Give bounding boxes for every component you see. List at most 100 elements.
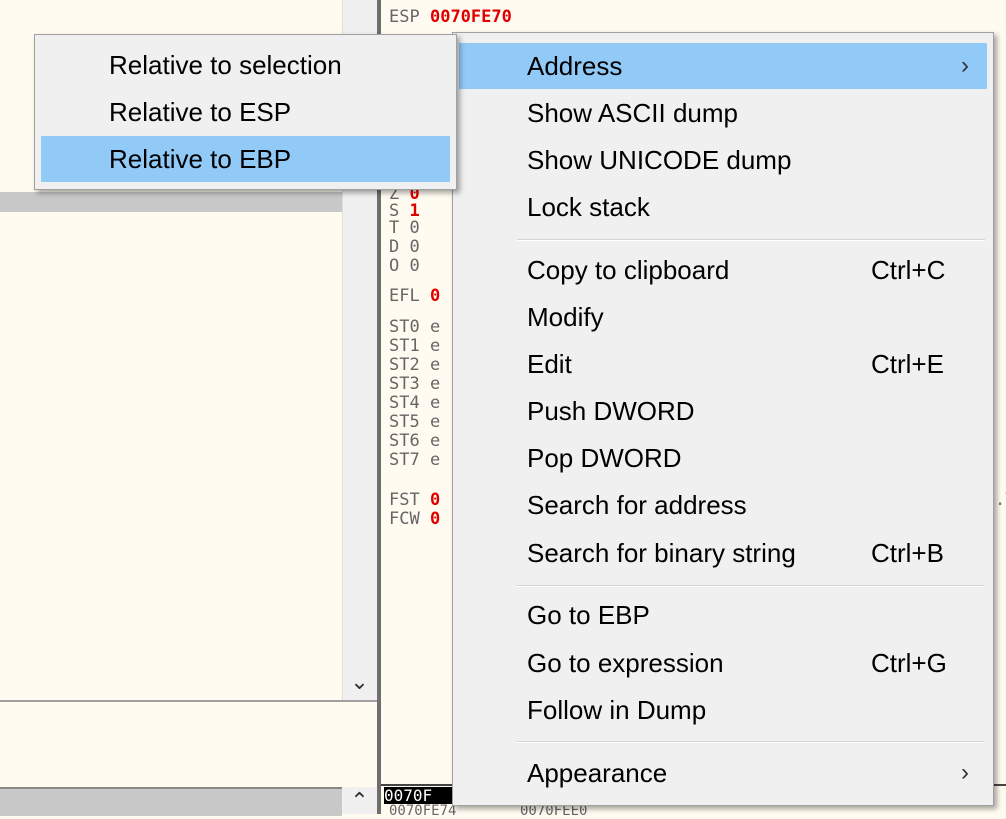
esp-register[interactable]: ESP 0070FE70: [389, 9, 512, 26]
menu-item-search-binary-string[interactable]: Search for binary string Ctrl+B: [459, 530, 987, 576]
st-register[interactable]: ST6 e: [389, 433, 440, 450]
efl-value: 0: [429, 286, 441, 306]
flag-name: D: [389, 237, 400, 257]
menu-item-show-unicode-dump[interactable]: Show UNICODE dump: [459, 137, 987, 183]
menu-item-shortcut: Ctrl+G: [871, 648, 947, 678]
fst-label: FST: [389, 490, 420, 510]
st-value: e: [429, 431, 441, 451]
flag-o[interactable]: O 0: [389, 258, 420, 275]
menu-item-shortcut: Ctrl+E: [871, 349, 944, 379]
menu-separator: [517, 239, 985, 241]
menu-item-shortcut: Ctrl+C: [871, 255, 946, 285]
menu-item-label: Go to EBP: [527, 600, 650, 630]
bottom-scroll-track[interactable]: [0, 787, 342, 816]
chevron-right-icon: ›: [961, 759, 969, 786]
st-register[interactable]: ST1 e: [389, 338, 440, 355]
menu-item-shortcut: Ctrl+B: [871, 538, 944, 568]
menu-item-label: Show ASCII dump: [527, 98, 738, 128]
st-value: e: [429, 355, 441, 375]
stack-row-address[interactable]: 0070FE74: [389, 803, 456, 819]
st-register[interactable]: ST2 e: [389, 357, 440, 374]
menu-item-label: Search for address: [527, 490, 747, 520]
st-label: ST6: [389, 431, 420, 451]
pane-separator[interactable]: [0, 700, 380, 702]
st-register[interactable]: ST7 e: [389, 452, 440, 469]
menu-item-address[interactable]: Address ›: [459, 43, 987, 89]
scroll-down-icon[interactable]: ⌄: [342, 668, 377, 696]
stack-context-menu: Address › Show ASCII dump Show UNICODE d…: [452, 32, 994, 806]
address-submenu: Relative to selection Relative to ESP Re…: [34, 34, 457, 190]
st-label: ST1: [389, 336, 420, 356]
flag-name: O: [389, 256, 400, 276]
menu-item-copy-to-clipboard[interactable]: Copy to clipboard Ctrl+C: [459, 247, 987, 293]
st-label: ST2: [389, 355, 420, 375]
menu-item-label: Appearance: [527, 758, 668, 788]
st-value: e: [429, 412, 441, 432]
esp-label: ESP: [389, 7, 420, 27]
st-value: e: [429, 450, 441, 470]
submenu-item-relative-to-selection[interactable]: Relative to selection: [41, 42, 450, 88]
fcw-value: 0: [429, 509, 441, 529]
submenu-item-label: Relative to ESP: [109, 97, 292, 127]
fcw-register[interactable]: FCW 0: [389, 511, 440, 528]
menu-item-edit[interactable]: Edit Ctrl+E: [459, 341, 987, 387]
st-register[interactable]: ST0 e: [389, 319, 440, 336]
menu-item-label: Copy to clipboard: [527, 255, 730, 285]
st-label: ST0: [389, 317, 420, 337]
menu-item-label: Lock stack: [527, 192, 650, 222]
menu-item-push-dword[interactable]: Push DWORD: [459, 388, 987, 434]
st-value: e: [429, 336, 441, 356]
menu-item-label: Pop DWORD: [527, 443, 682, 473]
menu-item-modify[interactable]: Modify: [459, 294, 987, 340]
menu-item-label: Modify: [527, 302, 604, 332]
fst-value: 0: [429, 490, 441, 510]
submenu-item-label: Relative to EBP: [109, 144, 292, 174]
submenu-item-label: Relative to selection: [109, 50, 342, 80]
st-register[interactable]: ST3 e: [389, 376, 440, 393]
menu-item-follow-in-dump[interactable]: Follow in Dump: [459, 687, 987, 733]
menu-item-label: Show UNICODE dump: [527, 145, 792, 175]
chevron-right-icon: ›: [961, 52, 969, 79]
menu-item-show-ascii-dump[interactable]: Show ASCII dump: [459, 90, 987, 136]
menu-item-go-to-expression[interactable]: Go to expression Ctrl+G: [459, 640, 987, 686]
left-selected-row: [0, 192, 342, 212]
scroll-up-icon[interactable]: ⌃: [342, 787, 377, 814]
flag-t[interactable]: T 0: [389, 220, 420, 237]
st-label: ST3: [389, 374, 420, 394]
register-edge-text: .T: [995, 490, 1006, 510]
st-label: ST5: [389, 412, 420, 432]
fcw-label: FCW: [389, 509, 420, 529]
menu-item-label: Address: [527, 51, 623, 81]
st-value: e: [429, 393, 441, 413]
menu-item-label: Go to expression: [527, 648, 724, 678]
menu-separator: [517, 585, 985, 587]
flag-value: 0: [409, 256, 420, 276]
st-value: e: [429, 374, 441, 394]
menu-item-go-to-ebp[interactable]: Go to EBP: [459, 592, 987, 638]
st-value: e: [429, 317, 441, 337]
efl-register[interactable]: EFL 0: [389, 288, 440, 305]
flag-d[interactable]: D 0: [389, 239, 420, 256]
st-register[interactable]: ST4 e: [389, 395, 440, 412]
menu-item-search-for-address[interactable]: Search for address: [459, 482, 987, 528]
menu-item-appearance[interactable]: Appearance ›: [459, 750, 987, 796]
efl-label: EFL: [389, 286, 420, 306]
fst-register[interactable]: FST 0: [389, 492, 440, 509]
submenu-item-relative-to-ebp[interactable]: Relative to EBP: [41, 136, 450, 182]
esp-value: 0070FE70: [429, 7, 512, 27]
st-label: ST4: [389, 393, 420, 413]
menu-item-label: Push DWORD: [527, 396, 695, 426]
menu-item-lock-stack[interactable]: Lock stack: [459, 184, 987, 230]
flag-value: 0: [409, 218, 420, 238]
stack-highlighted-address[interactable]: 0070F: [384, 787, 452, 804]
menu-item-label: Edit: [527, 349, 572, 379]
menu-item-label: Follow in Dump: [527, 695, 707, 725]
menu-item-label: Search for binary string: [527, 538, 796, 568]
menu-separator: [517, 741, 985, 743]
st-label: ST7: [389, 450, 420, 470]
menu-item-pop-dword[interactable]: Pop DWORD: [459, 435, 987, 481]
flag-name: T: [389, 218, 400, 238]
flag-value: 0: [409, 237, 420, 257]
submenu-item-relative-to-esp[interactable]: Relative to ESP: [41, 89, 450, 135]
st-register[interactable]: ST5 e: [389, 414, 440, 431]
